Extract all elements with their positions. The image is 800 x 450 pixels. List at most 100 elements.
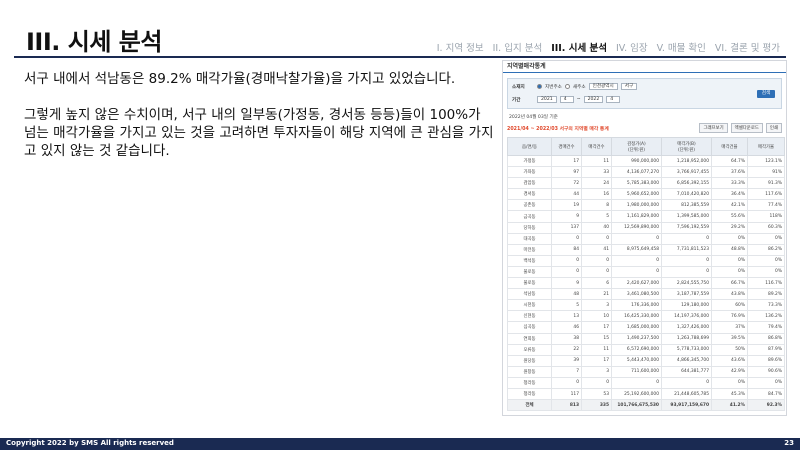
stats-subtitle: 2021/04 ~ 2022/03 서구의 지역별 매각 통계 [507,126,609,132]
table-cell: 644,381,777 [661,365,712,378]
table-cell: 136.2% [747,310,785,323]
table-cell: 0% [747,254,785,267]
table-cell: 1,161,829,000 [611,210,662,223]
column-header: 읍/면/동 [507,137,552,156]
table-cell: 당하동 [507,221,552,234]
search-button[interactable]: 검색 [757,90,775,98]
table-cell: 48.8% [711,243,748,256]
radio-jibun-label: 지번주소 [545,84,562,90]
table-cell: 38 [551,332,582,345]
column-header: 매각건율 [711,137,748,156]
table-cell: 0 [551,376,582,389]
table-cell: 24 [581,177,612,190]
table-cell: 3,766,917,455 [661,166,712,179]
table-cell: 0 [611,265,662,279]
table-cell: 신현동 [507,310,552,323]
radio-new-address[interactable] [564,84,570,89]
table-cell: 금곡동 [507,210,552,223]
table-row: 가좌동 97 33 4,136,077,270 3,766,917,455 37.6% 91… [507,166,785,179]
table-cell: 17 [581,354,612,367]
table-cell: 3 [581,299,612,312]
table-cell: 21,448,605,785 [661,387,712,401]
step-navigation: I. 지역 정보 II. 입지 분석 III. 시세 분석 IV. 임장 V. 매물 확… [437,40,780,54]
table-cell: 50% [711,343,748,356]
table-cell: 1,490,237,500 [611,332,662,345]
paragraph-1: 서구 내에서 석남동은 89.2% 매각가율(경매낙찰가율)을 가지고 있었습니… [24,71,456,87]
table-cell: 13 [551,310,582,323]
table-cell: 45.3% [711,387,748,401]
paragraph-2: 그렇게 높지 않은 수치이며, 서구 내의 일부동(가정동, 경서동 등등)들이… [24,107,494,159]
table-row: 불로동 9 6 2,420,627,000 2,824,555,750 66.7% 116.… [507,277,785,290]
table-cell: 84.7% [747,387,785,401]
table-cell: 39 [551,354,582,367]
table-cell: 7,731,811,523 [661,243,712,256]
table-cell: 0 [581,265,612,279]
table-cell: 813 [551,399,582,412]
table-cell: 0% [747,376,785,389]
district-select[interactable]: 서구 [620,83,638,90]
table-cell: 8,975,649,458 [611,243,662,256]
table-cell: 16 [581,188,612,201]
radio-jibun[interactable] [537,84,542,89]
to-month-select[interactable]: 4 [606,96,621,103]
table-cell: 335 [581,399,612,412]
stats-table: 읍/면/동 경매건수 매각건수 감정가(A) (단위:원) 매각가(B) (단위:원) 매… [507,137,785,412]
table-cell: 원창동 [507,365,552,378]
city-select[interactable]: 인천광역시 [588,83,618,90]
table-cell: 가좌동 [507,166,552,179]
table-cell: 0 [661,265,712,279]
table-cell: 9 [551,210,582,223]
table-cell: 5 [551,299,582,312]
table-row: 청라동 117 53 25,192,600,000 21,448,605,785 45.3… [507,387,785,401]
table-cell: 97 [551,166,582,179]
table-cell: 66.7% [711,277,748,290]
from-year-select[interactable]: 2021 [537,96,557,103]
table-cell: 116.7% [747,277,785,290]
table-cell: 53 [581,387,612,401]
print-button[interactable]: 인쇄 [765,123,782,133]
period-row: 기간 2021 4 ~ 2022 4 [512,96,621,103]
table-cell: 가정동 [507,154,552,168]
table-cell: 7,010,420,820 [661,188,712,201]
copyright: Copyright 2022 by SMS All rights reserve… [6,439,174,447]
step-item: VI. 결론 및 평가 [714,43,780,54]
slide-title: III. 시세 분석 [26,28,162,56]
table-cell: 0 [551,232,582,245]
table-cell: 0 [611,376,662,389]
table-cell: 5,960,652,000 [611,188,662,201]
table-cell: 0% [747,265,785,279]
table-cell: 0% [747,232,785,245]
table-row: 금곡동 9 5 1,161,829,000 1,399,585,000 55.6% 118% [507,210,785,223]
excel-download-button[interactable]: 엑셀다운로드 [730,123,763,133]
table-cell: 36.4% [711,188,748,201]
table-cell: 대곡동 [507,232,552,245]
area-row: 소재지 지번주소 새주소 인천광역시 서구 [512,83,638,90]
column-header: 매각건수 [581,137,612,156]
table-cell: 1,685,000,000 [611,321,662,334]
table-cell: 심곡동 [507,321,552,334]
table-cell: 101,766,675,530 [611,399,662,412]
body-text: 서구 내에서 석남동은 89.2% 매각가율(경매낙찰가율)을 가지고 있었습니… [24,70,494,178]
table-row: 당하동 137 40 12,569,890,000 7,596,192,559 29.2%… [507,221,785,234]
table-cell: 시천동 [507,299,552,312]
table-cell: 176,336,000 [611,299,662,312]
table-cell: 17 [551,154,582,168]
graph-button[interactable]: 그래프보기 [699,123,728,133]
table-cell: 공촌동 [507,199,552,212]
table-cell: 11 [581,154,612,168]
to-year-select[interactable]: 2022 [583,96,604,103]
from-month-select[interactable]: 4 [559,96,574,103]
table-cell: 117.6% [747,188,785,201]
table-cell: 백석동 [507,254,552,267]
table-cell: 990,000,000 [611,154,662,168]
period-label: 기간 [512,97,521,103]
table-cell: 73.3% [747,299,785,312]
table-cell: 48 [551,288,582,301]
table-cell: 0 [661,254,712,267]
table-cell: 46 [551,321,582,334]
area-label: 소재지 [512,84,525,90]
table-cell: 3 [581,365,612,378]
table-row: 연희동 38 15 1,490,237,500 1,263,788,699 39.5% 86… [507,332,785,345]
table-cell: 711,600,000 [611,365,662,378]
table-cell: 42.9% [711,365,748,378]
